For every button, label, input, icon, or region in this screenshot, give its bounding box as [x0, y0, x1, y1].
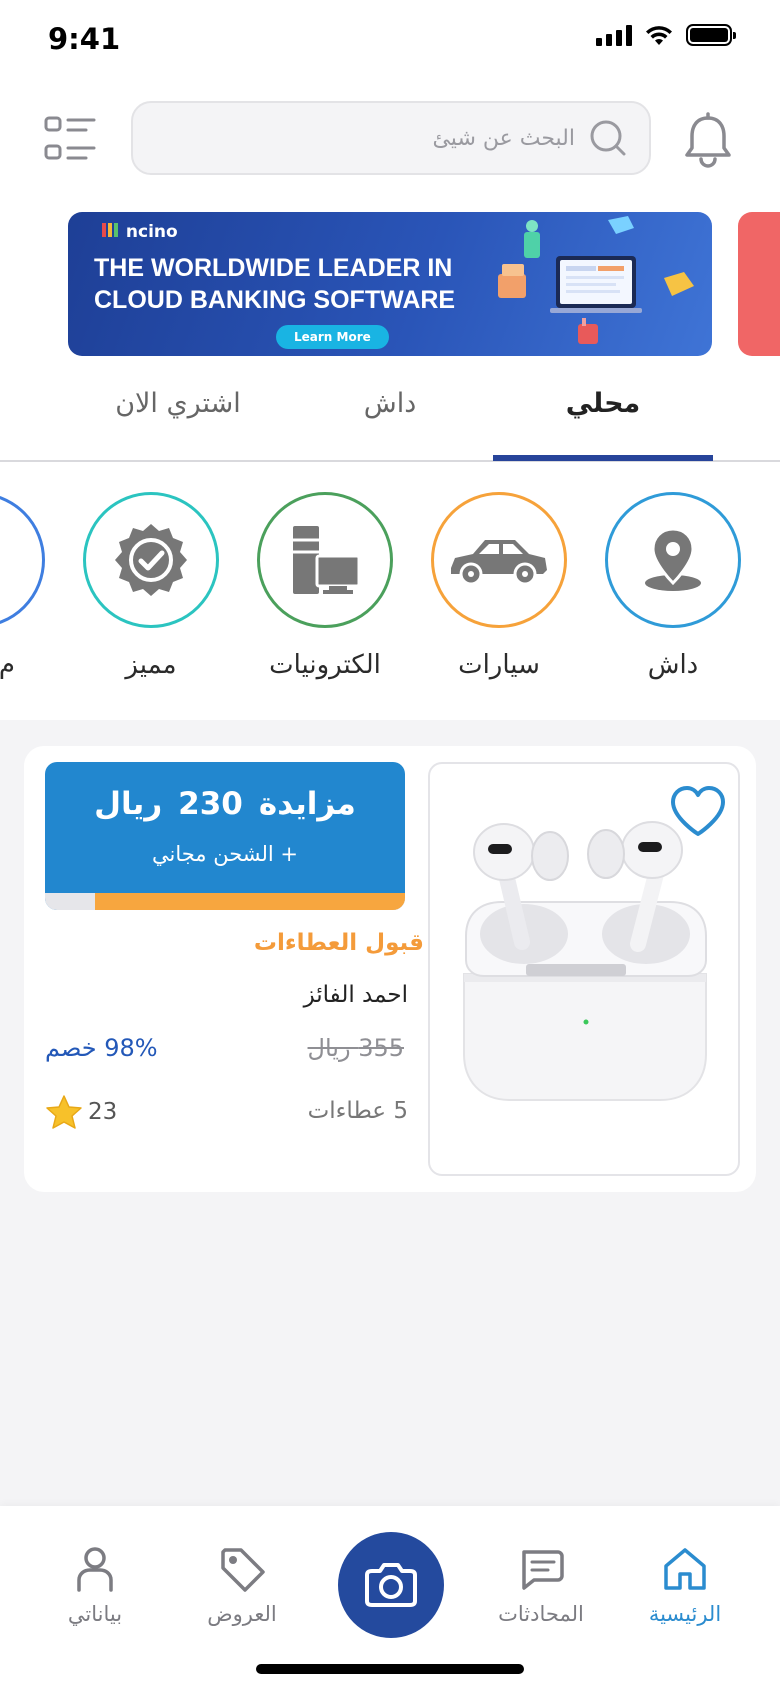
- nav-profile[interactable]: بياناتي: [20, 1544, 170, 1654]
- categories-row: داش سيارات الكترونيات مميز م: [0, 462, 780, 720]
- shipping-note: + الشحن مجاني: [151, 842, 298, 866]
- category-dash[interactable]: داش: [573, 492, 773, 702]
- heart-icon: [671, 786, 725, 836]
- banner-headline: THE WORLDWIDE LEADER IN CLOUD BANKING SO…: [94, 254, 456, 314]
- auction-progress-fill: [95, 893, 405, 910]
- banner-learn-more-button[interactable]: Learn More: [276, 325, 389, 349]
- auction-price: 230: [178, 786, 243, 822]
- nav-offers[interactable]: العروض: [167, 1544, 317, 1654]
- favorite-button[interactable]: [668, 784, 728, 840]
- category-label: داش: [647, 650, 699, 680]
- search-input[interactable]: [155, 125, 575, 151]
- category-circle: [83, 492, 219, 628]
- rating-count: 23: [88, 1099, 118, 1125]
- nav-chats[interactable]: المحادثات: [466, 1544, 616, 1654]
- category-circle: [0, 492, 45, 628]
- bid-status: قبول العطاءات: [253, 930, 424, 956]
- auction-title: مزايدة 230 ريال: [45, 786, 405, 822]
- auction-price-box: مزايدة 230 ريال + الشحن مجاني: [45, 762, 405, 910]
- nav-home-label: الرئيسية: [648, 1602, 722, 1626]
- active-tab-indicator: [493, 455, 713, 461]
- tab-local[interactable]: محلي: [493, 388, 713, 448]
- category-cars[interactable]: سيارات: [399, 492, 599, 702]
- category-partial[interactable]: م: [0, 492, 77, 702]
- bids-count: 5 عطاءات: [307, 1098, 408, 1124]
- category-circle: [605, 492, 741, 628]
- search-icon: [590, 120, 626, 156]
- wifi-icon: [646, 26, 672, 45]
- bottom-nav: الرئيسية المحادثات العروض بياناتي: [0, 1506, 780, 1688]
- camera-icon: [365, 1563, 417, 1607]
- next-banner-preview[interactable]: [738, 212, 780, 356]
- tab-buy-now[interactable]: اشتري الان: [78, 388, 278, 448]
- status-bar: 9:41: [0, 0, 780, 80]
- tab-dash[interactable]: داش: [290, 388, 490, 448]
- car-icon: [451, 540, 547, 586]
- product-card[interactable]: مزايدة 230 ريال + الشحن مجاني قبول العطاءا…: [24, 746, 756, 1192]
- category-label: مميز: [125, 650, 177, 680]
- category-circle: [257, 492, 393, 628]
- tag-icon: [221, 1548, 265, 1592]
- search-bar[interactable]: [131, 101, 651, 175]
- list-menu-icon: [44, 116, 96, 160]
- nav-home[interactable]: الرئيسية: [610, 1544, 760, 1654]
- verified-badge-icon: [115, 524, 187, 596]
- battery-icon: [686, 24, 736, 46]
- chat-icon: [522, 1550, 564, 1590]
- category-featured[interactable]: مميز: [51, 492, 251, 702]
- category-label: سيارات: [458, 650, 540, 680]
- category-label: م: [0, 650, 15, 680]
- auction-currency: ريال: [94, 786, 163, 822]
- discount-label: 98% خصم: [45, 1034, 158, 1062]
- bell-icon: [685, 112, 731, 168]
- notifications-button[interactable]: [682, 112, 734, 168]
- status-time: 9:41: [48, 22, 121, 56]
- category-circle: [431, 492, 567, 628]
- seller-name: احمد الفائز: [303, 982, 408, 1008]
- nav-offers-label: العروض: [207, 1602, 277, 1626]
- header: [0, 80, 780, 210]
- category-label: الكترونيات: [269, 650, 381, 680]
- nav-profile-label: بياناتي: [67, 1602, 123, 1626]
- home-indicator: [256, 1664, 524, 1674]
- banner-brand: ncino: [102, 222, 178, 242]
- nav-chats-label: المحادثات: [498, 1602, 584, 1626]
- star-icon: [46, 1095, 82, 1129]
- banner-brand-text: ncino: [125, 222, 178, 242]
- category-electronics[interactable]: الكترونيات: [225, 492, 425, 702]
- camera-button[interactable]: [338, 1532, 444, 1638]
- ad-banner[interactable]: ncino THE WORLDWIDE LEADER IN CLOUD BANK…: [68, 212, 712, 356]
- tabs-bar: محلي داش اشتري الان: [0, 366, 780, 462]
- auction-progress-bar: [45, 893, 405, 910]
- auction-label: مزايدة: [258, 786, 356, 822]
- home-icon: [664, 1548, 706, 1590]
- electronics-icon: [293, 526, 361, 594]
- banner-carousel[interactable]: ncino THE WORLDWIDE LEADER IN CLOUD BANK…: [0, 210, 780, 366]
- location-pin-icon: [645, 527, 701, 591]
- old-price: 355 ريال: [307, 1034, 404, 1062]
- status-icons: [596, 24, 736, 46]
- user-icon: [77, 1547, 113, 1592]
- banner-illustration: [498, 216, 694, 344]
- rating: 23: [46, 1092, 117, 1132]
- menu-list-button[interactable]: [44, 114, 96, 164]
- cellular-signal-icon: [596, 24, 632, 46]
